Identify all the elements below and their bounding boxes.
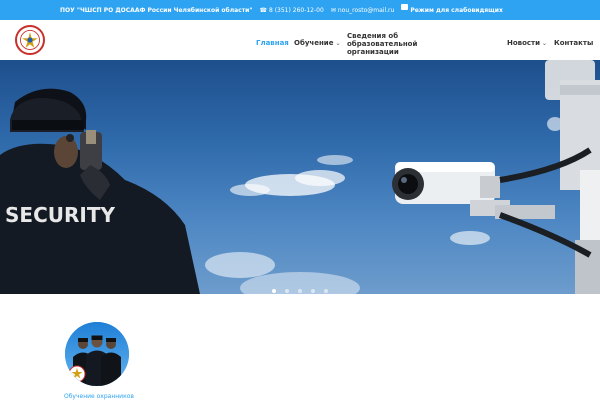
email-address: nou_rosto@mail.ru	[337, 6, 395, 14]
slider-dot[interactable]	[284, 289, 289, 293]
slider-pagination	[0, 278, 600, 294]
slider-dot[interactable]	[324, 289, 329, 293]
training-card-image[interactable]	[65, 322, 129, 386]
phone-link[interactable]: ☎ 8 (351) 260-12-00	[260, 7, 324, 14]
accessibility-icon	[401, 4, 409, 10]
phone-number: 8 (351) 260-12-00	[268, 6, 324, 14]
email-link[interactable]: ✉ nou_rosto@mail.ru	[331, 7, 395, 14]
org-name: ПОУ "ЧШСП РО ДОСААФ России Челябинской о…	[60, 6, 253, 14]
nav-home[interactable]: Главная	[256, 39, 289, 47]
training-card-label[interactable]: Обучение охранников	[64, 393, 134, 400]
site-header: Главная Обучение ⌄ Сведения об образовате…	[0, 20, 600, 60]
main-navigation: Главная Обучение ⌄ Сведения об образовате…	[0, 20, 600, 60]
slider-dot[interactable]	[311, 289, 316, 293]
security-text: SECURITY	[5, 203, 115, 227]
nav-training[interactable]: Обучение ⌄	[294, 39, 340, 47]
accessibility-link[interactable]: Режим для слабовидящих	[401, 4, 503, 14]
slider-dot[interactable]	[298, 289, 302, 293]
chevron-down-icon: ⌄	[542, 40, 548, 47]
nav-contacts[interactable]: Контакты	[554, 39, 593, 47]
top-info-bar: ПОУ "ЧШСП РО ДОСААФ России Челябинской о…	[0, 0, 600, 20]
mail-icon: ✉	[330, 6, 336, 14]
hero-slider[interactable]: SECURITY	[0, 60, 600, 294]
nav-organization-info[interactable]: Сведения об образовательной организации	[347, 32, 457, 56]
nav-news[interactable]: Новости ⌄	[507, 39, 547, 47]
hero-image: SECURITY	[0, 60, 600, 294]
phone-icon: ☎	[259, 6, 267, 14]
chevron-down-icon: ⌄	[335, 40, 341, 47]
slider-dot[interactable]	[271, 289, 276, 293]
accessibility-label: Режим для слабовидящих	[410, 6, 503, 14]
